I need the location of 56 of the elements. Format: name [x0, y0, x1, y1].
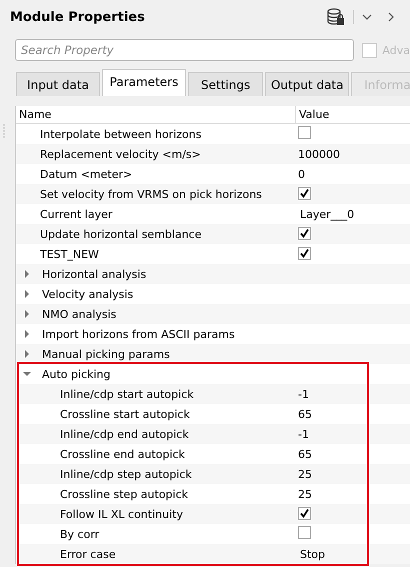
property-name: Crossline start autopick — [60, 408, 190, 420]
property-name: Inline/cdp end autopick — [60, 428, 189, 440]
property-name: By corr — [60, 528, 100, 540]
column-header: Name — [16, 106, 296, 123]
property-name: TEST_NEW — [40, 248, 99, 260]
value-cell-text: -1 — [297, 388, 309, 400]
group-label: Manual picking params — [42, 348, 170, 360]
property-name: Inline/cdp step autopick — [60, 468, 192, 480]
value-cell[interactable]: Stop — [295, 548, 326, 560]
property-name: Error case — [60, 548, 116, 560]
collapsed-arrow-icon[interactable] — [22, 329, 32, 339]
checkbox[interactable] — [298, 126, 311, 139]
property-name: Replacement velocity <m/s> — [40, 148, 201, 160]
property-name: Crossline step autopick — [60, 488, 188, 500]
database-lock-icon[interactable] — [327, 8, 345, 26]
chevron-down-icon[interactable] — [362, 12, 372, 22]
collapsed-arrow-icon[interactable] — [22, 309, 32, 319]
checkbox[interactable] — [298, 506, 311, 520]
collapsed-arrow-icon[interactable] — [22, 289, 32, 299]
value-cell-text: 65 — [297, 408, 312, 420]
value-cell-text: 100000 — [297, 148, 340, 160]
checkbox[interactable] — [298, 186, 311, 200]
collapsed-arrow-icon[interactable] — [22, 269, 32, 279]
value-cell-text: 65 — [297, 448, 312, 460]
collapsed-arrow-icon[interactable] — [22, 349, 32, 359]
property-name: Set velocity from VRMS on pick horizons — [40, 188, 262, 200]
checkbox[interactable] — [362, 42, 378, 58]
checkbox[interactable] — [298, 526, 311, 539]
property-name: Crossline end autopick — [60, 448, 185, 460]
tab[interactable]: Input data — [16, 72, 100, 96]
checkbox[interactable] — [298, 226, 311, 240]
property-name: Update horizontal semblance — [40, 228, 202, 240]
property-name: Follow IL XL continuity — [60, 508, 183, 520]
group-label: Import horizons from ASCII params — [42, 328, 235, 340]
window-title: Module Properties — [10, 10, 146, 24]
property-name: Current layer — [40, 208, 112, 220]
group-label: Velocity analysis — [42, 288, 134, 300]
value-cell-text: 0 — [297, 168, 305, 180]
tab[interactable]: Settings — [188, 72, 264, 96]
chevron-right-icon[interactable] — [386, 12, 396, 22]
value-cell-text: -1 — [297, 428, 309, 440]
value-cell-text: 25 — [297, 488, 312, 500]
value-cell-text: 25 — [297, 468, 312, 480]
tab[interactable]: Output data — [265, 72, 350, 96]
group-label: NMO analysis — [42, 308, 116, 320]
value-cell[interactable]: Layer___0 — [295, 208, 354, 220]
group-label: Auto picking — [42, 368, 111, 380]
column-header: Value — [298, 107, 330, 123]
checkbox[interactable] — [298, 246, 311, 260]
tab[interactable]: Parameters — [102, 69, 186, 96]
search-field[interactable]: Search Property — [15, 39, 354, 61]
expanded-arrow-icon[interactable] — [22, 369, 32, 379]
property-name: Interpolate between horizons — [40, 128, 202, 140]
property-name: Datum <meter> — [40, 168, 132, 180]
group-label: Horizontal analysis — [42, 268, 146, 280]
property-name: Inline/cdp start autopick — [60, 388, 194, 400]
